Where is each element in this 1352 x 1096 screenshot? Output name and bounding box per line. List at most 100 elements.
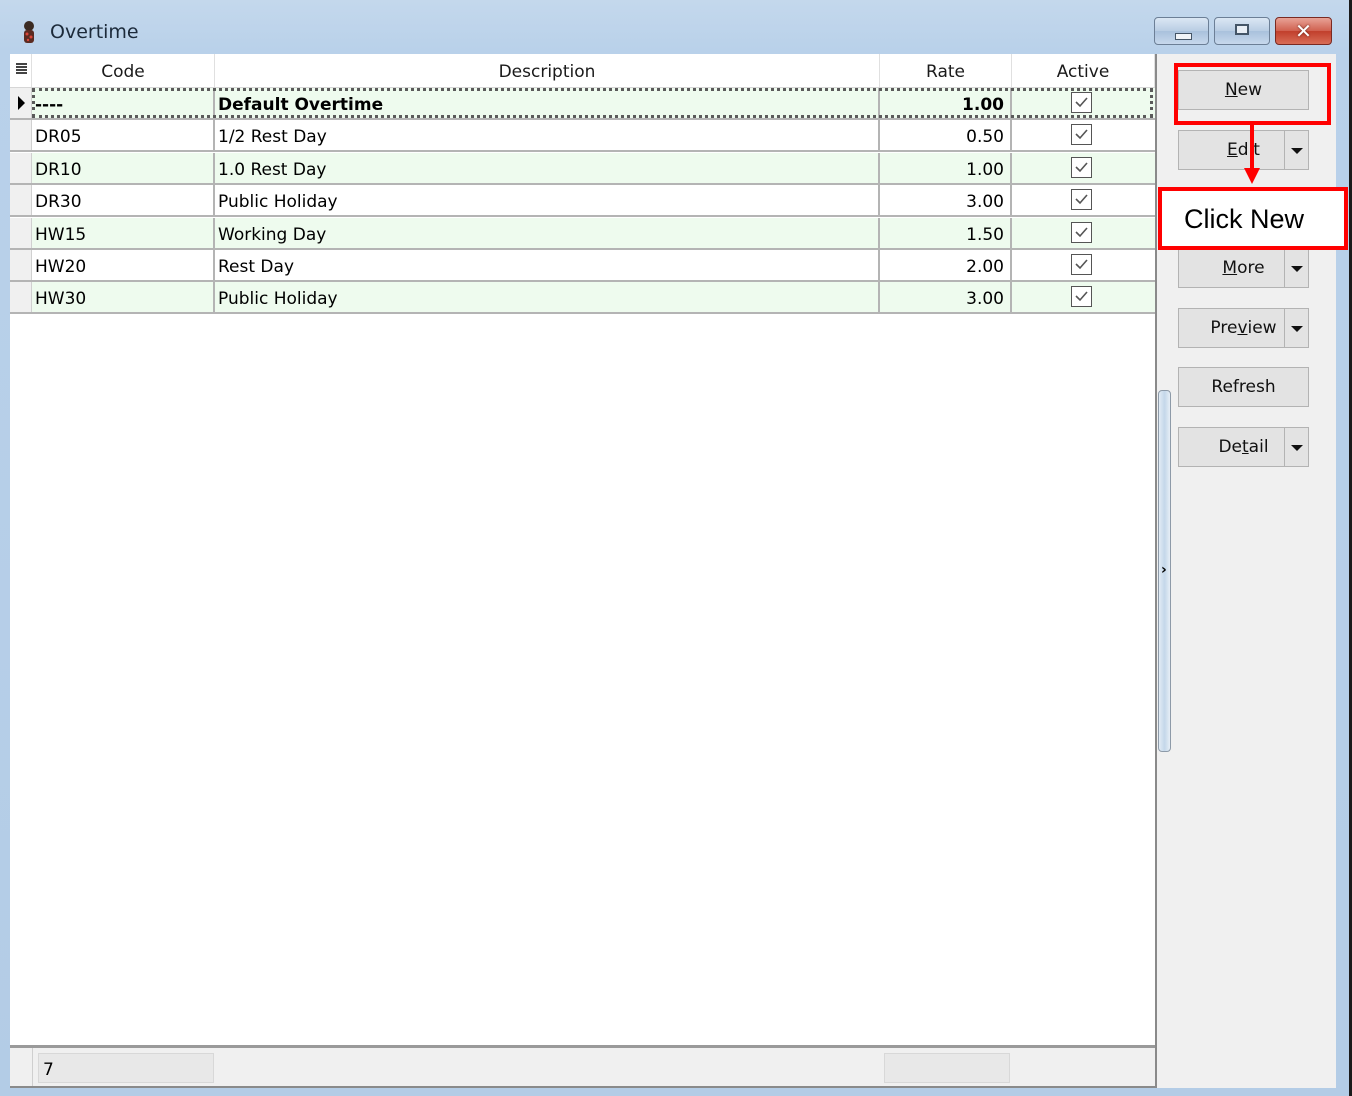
annotation-callout: Click New xyxy=(1158,187,1348,250)
table-row[interactable]: DR10 1.0 Rest Day 1.00 xyxy=(10,152,1155,185)
cell-rate[interactable]: 1.00 xyxy=(880,152,1012,183)
cell-rate[interactable]: 3.00 xyxy=(880,282,1012,313)
column-list-icon xyxy=(16,63,27,77)
active-checkbox[interactable] xyxy=(1071,221,1092,243)
checkmark-icon xyxy=(1075,97,1088,108)
detail-dropdown-arrow-icon[interactable] xyxy=(1284,428,1308,466)
table-row[interactable]: ---- Default Overtime 1.00 xyxy=(10,88,1155,120)
row-indicator[interactable] xyxy=(10,88,32,118)
minimize-button[interactable] xyxy=(1154,17,1209,45)
row-indicator[interactable] xyxy=(10,152,32,183)
overtime-window: Overtime ✕ Code Description Rate Active xyxy=(0,0,1352,1096)
cell-code[interactable]: HW20 xyxy=(32,250,215,280)
table-row[interactable]: DR30 Public Holiday 3.00 xyxy=(10,185,1155,218)
cell-description[interactable]: Public Holiday xyxy=(215,282,880,313)
app-icon xyxy=(24,21,34,43)
minimize-icon xyxy=(1175,33,1192,40)
table-row[interactable]: DR05 1/2 Rest Day 0.50 xyxy=(10,120,1155,153)
active-checkbox[interactable] xyxy=(1071,286,1092,308)
table-row[interactable]: HW30 Public Holiday 3.00 xyxy=(10,282,1155,315)
cell-active xyxy=(1012,218,1155,248)
checkmark-icon xyxy=(1075,129,1088,140)
overtime-grid[interactable]: Code Description Rate Active ---- Default… xyxy=(10,54,1157,1088)
edit-dropdown-arrow-icon[interactable] xyxy=(1284,131,1308,169)
row-indicator[interactable] xyxy=(10,282,32,313)
cell-rate[interactable]: 0.50 xyxy=(880,120,1012,151)
preview-dropdown-arrow-icon[interactable] xyxy=(1284,309,1308,347)
cell-description[interactable]: Working Day xyxy=(215,217,880,248)
more-dropdown-arrow-icon[interactable] xyxy=(1284,249,1308,287)
footer-indicator xyxy=(10,1048,33,1086)
cell-description[interactable]: Public Holiday xyxy=(215,185,880,216)
maximize-button[interactable] xyxy=(1214,17,1270,45)
grid-footer: 7 xyxy=(10,1045,1155,1086)
cell-active xyxy=(1012,88,1155,118)
detail-button-label: Detail xyxy=(1218,437,1269,457)
row-indicator[interactable] xyxy=(10,120,32,151)
row-indicator[interactable] xyxy=(10,250,32,280)
active-checkbox[interactable] xyxy=(1071,124,1092,146)
cell-description[interactable]: Rest Day xyxy=(215,250,880,280)
cell-description[interactable]: Default Overtime xyxy=(215,88,880,118)
table-row[interactable]: HW15 Working Day 1.50 xyxy=(10,217,1155,250)
cell-active xyxy=(1012,250,1155,280)
checkmark-icon xyxy=(1075,194,1088,205)
cell-code[interactable]: DR30 xyxy=(32,185,215,216)
cell-rate[interactable]: 3.00 xyxy=(880,185,1012,216)
table-row[interactable]: HW20 Rest Day 2.00 xyxy=(10,250,1155,282)
cell-rate[interactable]: 2.00 xyxy=(880,250,1012,280)
cell-code[interactable]: ---- xyxy=(32,88,215,118)
close-icon: ✕ xyxy=(1295,19,1312,43)
row-indicator[interactable] xyxy=(10,217,32,248)
active-checkbox[interactable] xyxy=(1071,254,1092,275)
active-checkbox[interactable] xyxy=(1071,92,1092,113)
cell-code[interactable]: HW15 xyxy=(32,217,215,248)
column-header-active[interactable]: Active xyxy=(1012,54,1155,87)
current-row-arrow-icon xyxy=(18,96,25,110)
active-checkbox[interactable] xyxy=(1071,189,1092,211)
annotation-arrow-line xyxy=(1250,124,1254,170)
annotation-arrow-down-icon xyxy=(1244,168,1260,184)
cell-active xyxy=(1012,282,1155,312)
column-header-description[interactable]: Description xyxy=(215,54,880,87)
cell-code[interactable]: HW30 xyxy=(32,282,215,313)
refresh-button[interactable]: Refresh xyxy=(1178,367,1309,407)
active-checkbox[interactable] xyxy=(1071,156,1092,178)
checkmark-icon xyxy=(1075,291,1088,302)
edit-button[interactable]: Edit xyxy=(1178,130,1309,170)
cell-code[interactable]: DR10 xyxy=(32,152,215,183)
cell-active xyxy=(1012,185,1155,215)
detail-button[interactable]: Detail xyxy=(1178,427,1309,467)
row-indicator[interactable] xyxy=(10,185,32,216)
checkmark-icon xyxy=(1075,227,1088,237)
edit-button-label: Edit xyxy=(1227,140,1260,160)
cell-rate[interactable]: 1.00 xyxy=(880,88,1012,118)
cell-rate[interactable]: 1.50 xyxy=(880,217,1012,248)
close-button[interactable]: ✕ xyxy=(1275,17,1332,45)
column-header-code[interactable]: Code xyxy=(32,54,215,87)
checkmark-icon xyxy=(1075,162,1088,172)
cell-active xyxy=(1012,153,1155,183)
title-bar[interactable]: Overtime ✕ xyxy=(0,0,1349,54)
window-title: Overtime xyxy=(50,21,139,43)
more-button-label: More xyxy=(1222,258,1265,278)
maximize-icon xyxy=(1235,24,1249,35)
column-chooser-button[interactable] xyxy=(10,54,32,87)
preview-button[interactable]: Preview xyxy=(1178,308,1309,348)
cell-code[interactable]: DR05 xyxy=(32,120,215,151)
rate-summary xyxy=(884,1053,1010,1083)
panel-splitter[interactable]: › xyxy=(1158,390,1171,752)
cell-active xyxy=(1012,120,1155,150)
cell-description[interactable]: 1.0 Rest Day xyxy=(215,152,880,183)
more-button[interactable]: More xyxy=(1178,248,1309,288)
cell-description[interactable]: 1/2 Rest Day xyxy=(215,120,880,151)
client-area: Code Description Rate Active ---- Default… xyxy=(10,54,1336,1088)
preview-button-label: Preview xyxy=(1210,318,1277,338)
checkmark-icon xyxy=(1075,259,1088,270)
refresh-button-label: Refresh xyxy=(1211,377,1276,397)
chevron-right-icon: › xyxy=(1161,562,1167,578)
record-count: 7 xyxy=(38,1053,214,1083)
column-header-rate[interactable]: Rate xyxy=(880,54,1012,87)
grid-header: Code Description Rate Active xyxy=(10,54,1155,88)
annotation-highlight-box xyxy=(1174,63,1331,125)
